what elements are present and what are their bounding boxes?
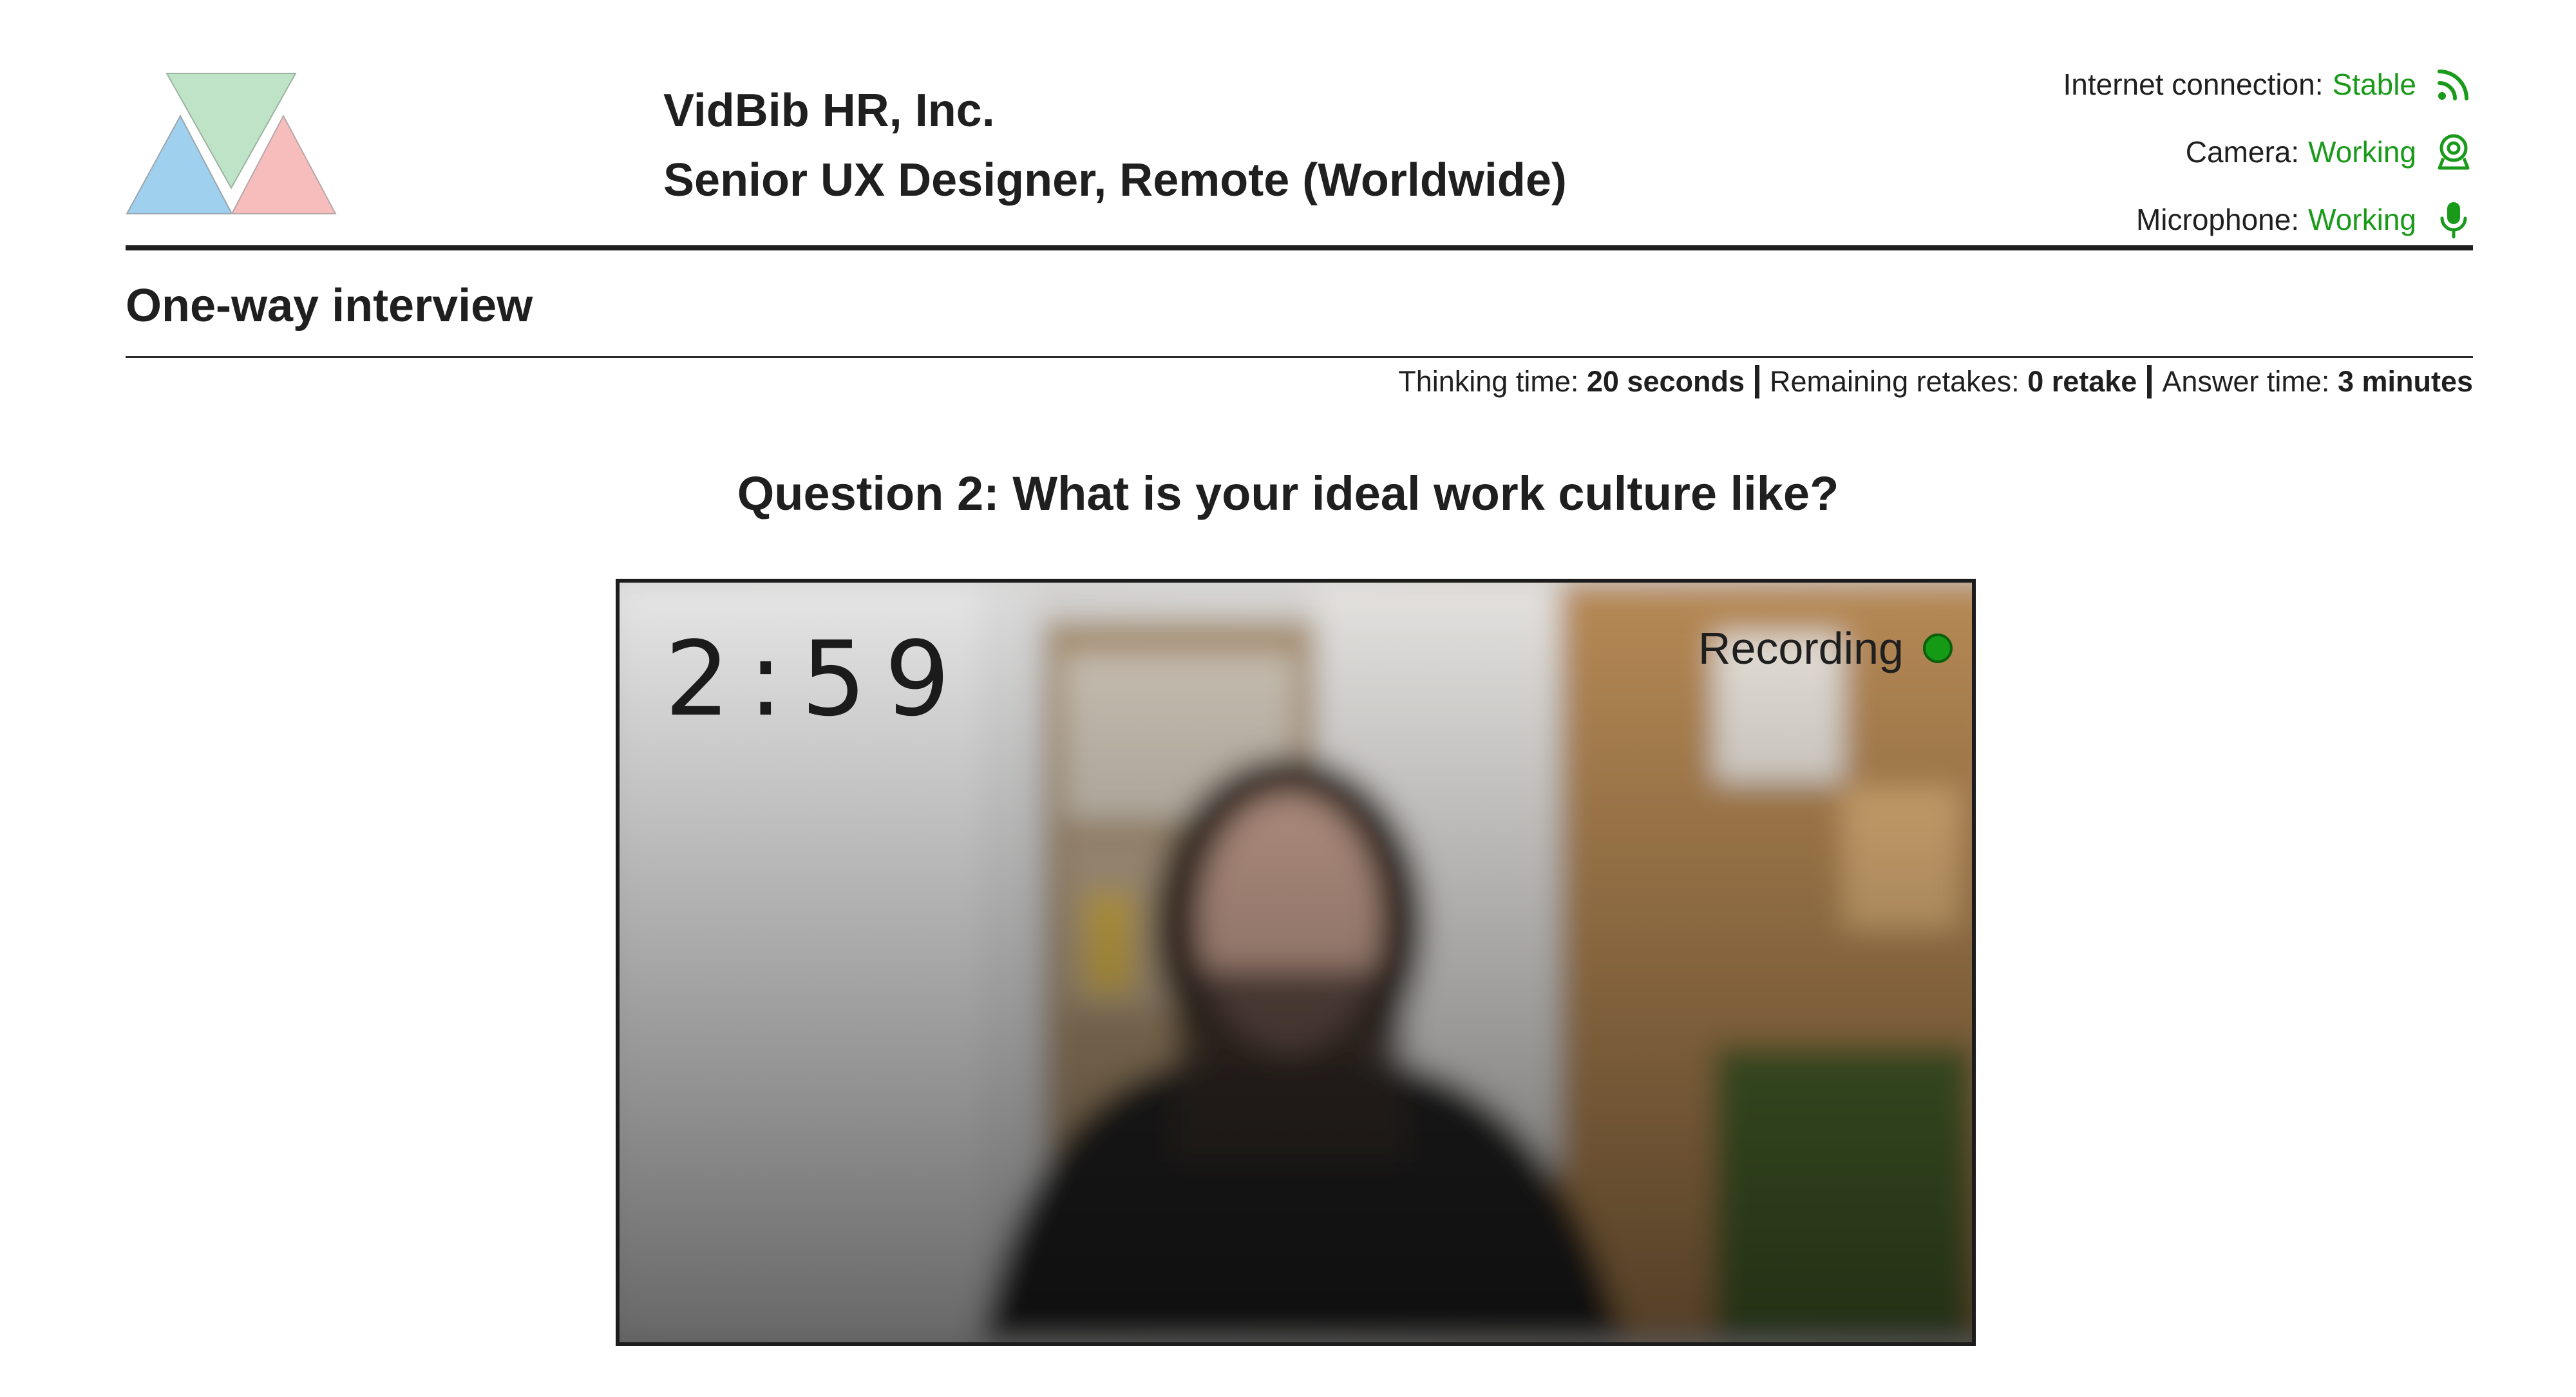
job-title: Senior UX Designer, Remote (Worldwide) (663, 155, 1567, 206)
device-status-list: Internet connection: Stable Camera: Work… (1765, 50, 2473, 253)
status-microphone: Microphone: Working (1765, 185, 2473, 253)
recording-dot-icon (1923, 633, 1953, 663)
answer-time-label: Answer time: (2162, 365, 2330, 398)
wifi-signal-icon (2438, 69, 2468, 100)
question-text: Question 2: What is your ideal work cult… (737, 467, 1839, 520)
header-divider (126, 245, 2473, 250)
microphone-icon (2440, 202, 2467, 238)
company-name: VidBib HR, Inc. (663, 85, 995, 136)
section-title: One-way interview (126, 280, 533, 332)
answer-timer: 2:59 (665, 619, 969, 739)
section-divider (126, 356, 2473, 358)
status-camera: Camera: Working (1765, 118, 2473, 185)
retakes-value: 0 retake (2027, 365, 2137, 398)
status-camera-label: Camera: (2185, 135, 2300, 169)
recording-indicator: Recording (1698, 616, 1953, 680)
interview-settings: Thinking time: 20 seconds Remaining reta… (1398, 361, 2473, 402)
thinking-time-value: 20 seconds (1586, 365, 1745, 398)
status-internet: Internet connection: Stable (1765, 50, 2473, 118)
status-internet-value: Stable (2332, 67, 2416, 101)
thinking-time-label: Thinking time: (1398, 365, 1579, 398)
separator (1755, 364, 1759, 398)
recording-label: Recording (1698, 623, 1904, 673)
status-internet-label: Internet connection: (2063, 67, 2324, 101)
company-block: VidBib HR, Inc. Senior UX Designer, Remo… (663, 76, 1567, 215)
video-preview: 2:59 Recording (616, 579, 1976, 1346)
status-microphone-label: Microphone: (2136, 202, 2300, 236)
answer-time-value: 3 minutes (2337, 365, 2473, 398)
status-microphone-value: Working (2308, 202, 2416, 236)
webcam-icon (2438, 134, 2470, 169)
company-logo (126, 73, 337, 214)
separator (2147, 364, 2152, 398)
status-camera-value: Working (2308, 135, 2416, 169)
retakes-label: Remaining retakes: (1770, 365, 2020, 398)
